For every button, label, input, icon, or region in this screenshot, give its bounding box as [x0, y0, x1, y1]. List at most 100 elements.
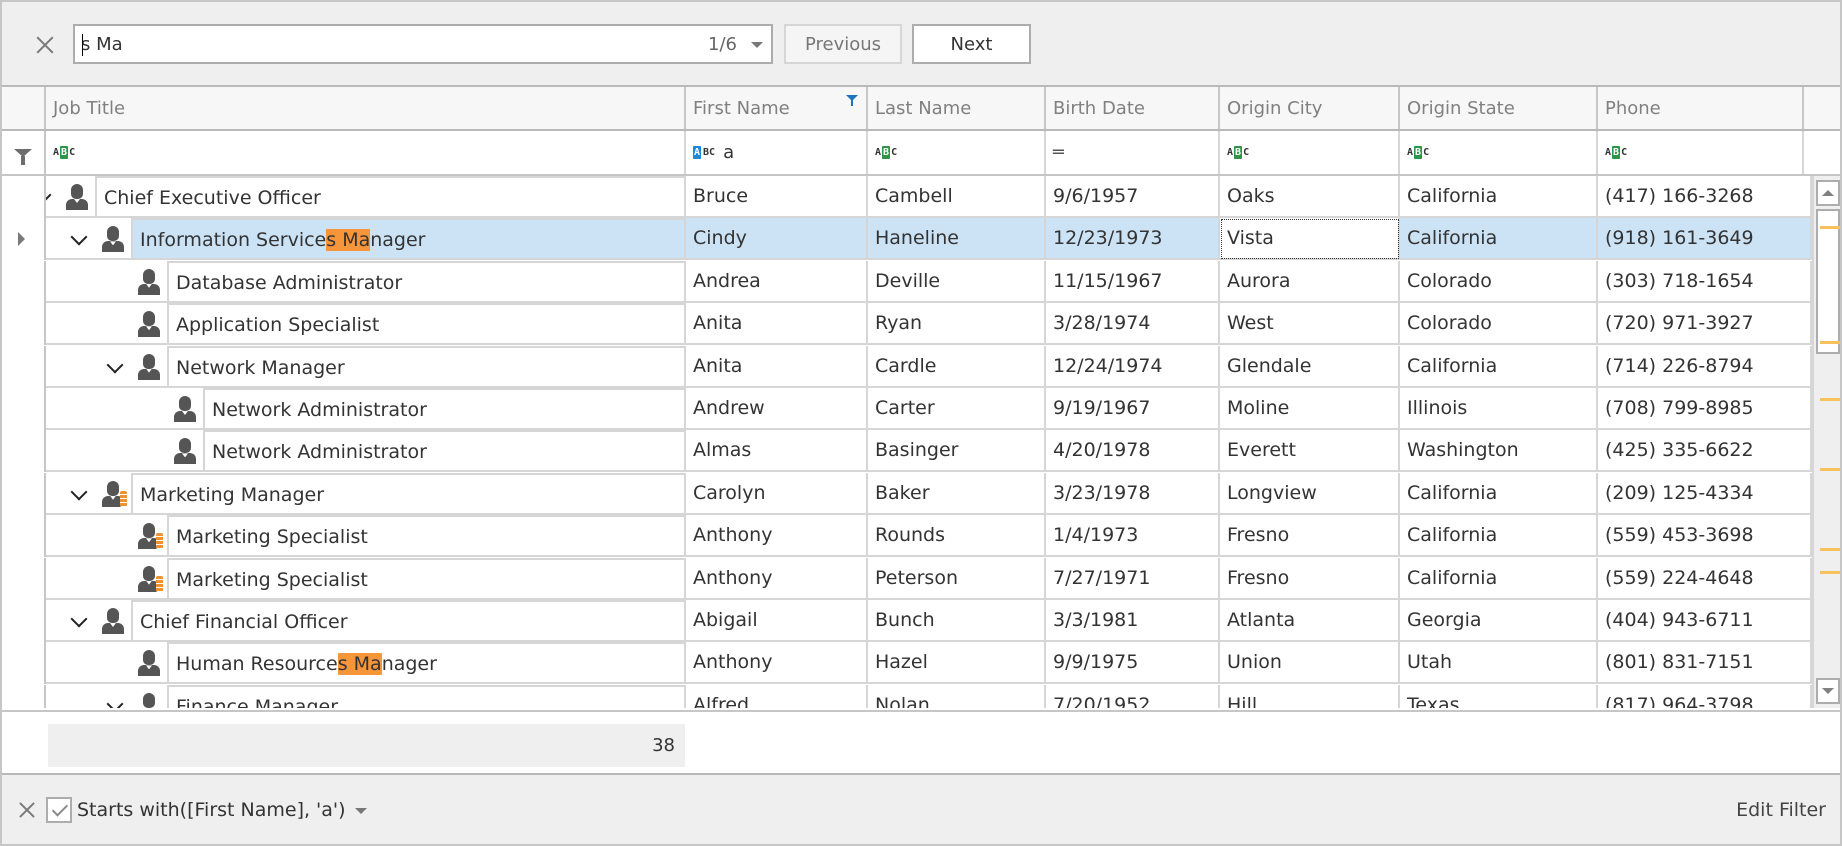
cell-origin-state[interactable]: California — [1400, 515, 1598, 558]
collapse-chevron-icon[interactable] — [69, 229, 89, 249]
table-row[interactable]: Marketing Specialist Anthony Peterson 7/27/… — [2, 557, 1812, 600]
cell-phone[interactable]: (817) 964-3798 — [1598, 684, 1812, 708]
cell-last-name[interactable]: Peterson — [868, 557, 1046, 600]
row-indicator[interactable] — [2, 642, 46, 685]
cell-phone[interactable]: (209) 125-4334 — [1598, 472, 1812, 515]
cell-origin-city[interactable]: West — [1220, 303, 1400, 346]
cell-job-title[interactable]: Database Administrator — [46, 260, 686, 303]
column-header-birth-date[interactable]: Birth Date — [1046, 87, 1220, 129]
cell-job-title[interactable]: Network Administrator — [46, 430, 686, 473]
cell-phone[interactable]: (559) 224-4648 — [1598, 557, 1812, 600]
cell-job-title[interactable]: Marketing Specialist — [46, 515, 686, 558]
contains-operator-icon[interactable]: ABC — [53, 146, 75, 159]
filter-row-indicator[interactable] — [2, 131, 46, 174]
cell-job-title[interactable]: Chief Executive Officer — [46, 176, 686, 218]
cell-first-name[interactable]: Carolyn — [686, 472, 868, 515]
filter-cell-phone[interactable]: ABC — [1598, 131, 1804, 174]
cell-first-name[interactable]: Andrea — [686, 260, 868, 303]
column-header-origin-state[interactable]: Origin State — [1400, 87, 1598, 129]
collapse-chevron-icon[interactable] — [69, 484, 89, 504]
filter-value-first-name[interactable]: a — [723, 142, 734, 163]
cell-first-name[interactable]: Abigail — [686, 600, 868, 642]
row-indicator[interactable] — [2, 472, 46, 515]
filter-cell-birth-date[interactable]: ═ — [1046, 131, 1220, 174]
cell-birth-date[interactable]: 3/3/1981 — [1046, 600, 1220, 642]
cell-birth-date[interactable]: 12/23/1973 — [1046, 218, 1220, 261]
find-box[interactable]: 1/6 — [73, 24, 773, 64]
cell-last-name[interactable]: Haneline — [868, 218, 1046, 261]
column-header-first-name[interactable]: First Name — [686, 87, 868, 129]
cell-birth-date[interactable]: 4/20/1978 — [1046, 430, 1220, 473]
collapse-chevron-icon[interactable] — [69, 611, 89, 631]
cell-birth-date[interactable]: 7/27/1971 — [1046, 557, 1220, 600]
starts-with-operator-icon[interactable]: A BC — [693, 146, 715, 159]
cell-birth-date[interactable]: 7/20/1952 — [1046, 684, 1220, 708]
column-header-origin-city[interactable]: Origin City — [1220, 87, 1400, 129]
cell-last-name[interactable]: Carter — [868, 388, 1046, 430]
find-history-dropdown-icon[interactable] — [751, 42, 763, 48]
cell-job-title[interactable]: Human Resources Manager — [46, 642, 686, 685]
cell-origin-city[interactable]: Fresno — [1220, 515, 1400, 558]
cell-birth-date[interactable]: 11/15/1967 — [1046, 260, 1220, 303]
cell-origin-city[interactable]: Hill — [1220, 684, 1400, 708]
cell-last-name[interactable]: Basinger — [868, 430, 1046, 473]
cell-job-title[interactable]: Network Administrator — [46, 388, 686, 430]
cell-first-name[interactable]: Almas — [686, 430, 868, 473]
cell-origin-state[interactable]: California — [1400, 218, 1598, 261]
row-indicator[interactable] — [2, 600, 46, 642]
table-row[interactable]: Network Administrator Andrew Carter 9/19/19… — [2, 388, 1812, 430]
edit-filter-link[interactable]: Edit Filter — [1736, 797, 1826, 823]
cell-job-title[interactable]: Network Manager — [46, 345, 686, 388]
equals-operator-icon[interactable]: ═ — [1053, 142, 1064, 163]
vertical-scrollbar[interactable] — [1812, 176, 1840, 708]
cell-last-name[interactable]: Bunch — [868, 600, 1046, 642]
row-indicator[interactable] — [2, 684, 46, 708]
cell-job-title[interactable]: Marketing Manager — [46, 472, 686, 515]
cell-origin-state[interactable]: California — [1400, 557, 1598, 600]
table-row[interactable]: Marketing Specialist Anthony Rounds 1/4/197… — [2, 515, 1812, 558]
row-indicator[interactable] — [2, 260, 46, 303]
cell-phone[interactable]: (708) 799-8985 — [1598, 388, 1812, 430]
table-row[interactable]: Marketing Manager Carolyn Baker 3/23/1978 Lo… — [2, 472, 1812, 515]
cell-birth-date[interactable]: 3/23/1978 — [1046, 472, 1220, 515]
table-row[interactable]: Application Specialist Anita Ryan 3/28/1974… — [2, 303, 1812, 346]
contains-operator-icon[interactable]: ABC — [1227, 146, 1249, 159]
close-find-panel-icon[interactable] — [32, 32, 58, 58]
cell-origin-city[interactable]: Atlanta — [1220, 600, 1400, 642]
cell-job-title[interactable]: Finance Manager — [46, 684, 686, 708]
cell-origin-state[interactable]: California — [1400, 472, 1598, 515]
cell-last-name[interactable]: Baker — [868, 472, 1046, 515]
cell-job-title[interactable]: Information Services Manager — [46, 218, 686, 261]
cell-first-name[interactable]: Anita — [686, 303, 868, 346]
table-row[interactable]: Human Resources Manager Anthony Hazel 9/9/1… — [2, 642, 1812, 685]
cell-birth-date[interactable]: 12/24/1974 — [1046, 345, 1220, 388]
cell-first-name[interactable]: Cindy — [686, 218, 868, 261]
table-row[interactable]: Database Administrator Andrea Deville 11/15… — [2, 260, 1812, 303]
row-indicator[interactable] — [2, 345, 46, 388]
cell-origin-city[interactable]: Fresno — [1220, 557, 1400, 600]
cell-job-title[interactable]: Marketing Specialist — [46, 557, 686, 600]
cell-origin-city[interactable]: Vista — [1220, 218, 1400, 261]
cell-origin-city[interactable]: Oaks — [1220, 176, 1400, 218]
table-row[interactable]: Chief Financial Officer Abigail Bunch 3/3/1… — [2, 600, 1812, 642]
cell-origin-city[interactable]: Aurora — [1220, 260, 1400, 303]
table-row[interactable]: Network Administrator Almas Basinger 4/20/1… — [2, 430, 1812, 473]
column-filter-icon[interactable] — [846, 95, 858, 106]
contains-operator-icon[interactable]: ABC — [1605, 146, 1627, 159]
table-row[interactable]: Network Manager Anita Cardle 12/24/1974 Glen… — [2, 345, 1812, 388]
contains-operator-icon[interactable]: ABC — [875, 146, 897, 159]
row-indicator[interactable] — [2, 176, 46, 218]
cell-first-name[interactable]: Andrew — [686, 388, 868, 430]
cell-phone[interactable]: (801) 831-7151 — [1598, 642, 1812, 685]
row-indicator[interactable] — [2, 388, 46, 430]
cell-origin-state[interactable]: Georgia — [1400, 600, 1598, 642]
cell-origin-state[interactable]: Washington — [1400, 430, 1598, 473]
clear-filter-icon[interactable] — [16, 799, 38, 821]
cell-origin-city[interactable]: Union — [1220, 642, 1400, 685]
cell-first-name[interactable]: Anita — [686, 345, 868, 388]
cell-birth-date[interactable]: 9/9/1975 — [1046, 642, 1220, 685]
cell-first-name[interactable]: Alfred — [686, 684, 868, 708]
next-button[interactable]: Next — [912, 24, 1031, 64]
filter-expression[interactable]: Starts with([First Name], 'a') — [77, 797, 346, 823]
cell-phone[interactable]: (303) 718-1654 — [1598, 260, 1812, 303]
